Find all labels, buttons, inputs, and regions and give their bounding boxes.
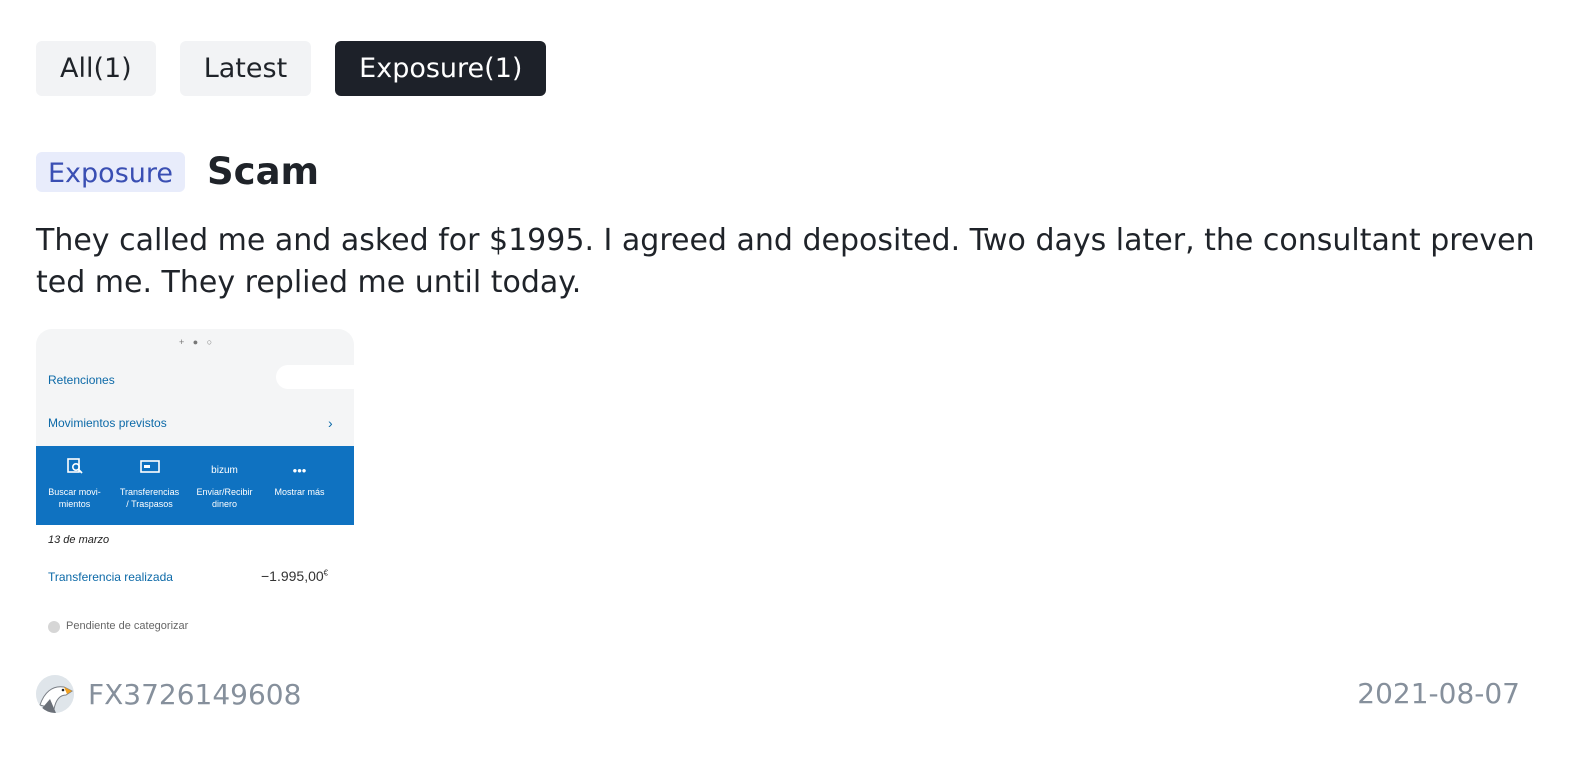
filter-tabs: All(1) Latest Exposure(1) — [36, 41, 547, 96]
transaction-amount: −1.995,00€ — [261, 568, 328, 584]
post-title[interactable]: Scam — [207, 150, 319, 193]
bank-action-bar: Buscar movi- mientos Transferencias / Tr… — [36, 446, 354, 525]
post-author[interactable]: FX3726149608 — [36, 675, 301, 713]
bizum-action: bizum Enviar/Recibir dinero — [186, 446, 261, 525]
eagle-avatar-icon — [36, 675, 74, 713]
avatar — [36, 675, 74, 713]
currency-symbol: € — [323, 568, 329, 578]
post-date: 2021-08-07 — [1357, 677, 1520, 710]
tab-latest[interactable]: Latest — [179, 41, 312, 96]
tab-exposure[interactable]: Exposure(1) — [335, 41, 547, 96]
category-badge: Exposure — [36, 151, 185, 192]
search-movements-label: Buscar movi- mientos — [48, 487, 101, 509]
tab-all[interactable]: All(1) — [36, 41, 156, 96]
page-indicator: + ● ○ — [179, 337, 216, 347]
post-header: Exposure Scam — [36, 150, 319, 193]
category-dot-icon — [48, 621, 60, 633]
post-description: They called me and asked for $1995. I ag… — [36, 223, 1535, 300]
bizum-label: Enviar/Recibir dinero — [196, 487, 253, 509]
chevron-right-icon: › — [328, 415, 333, 431]
pending-category-label: Pendiente de categorizar — [66, 620, 189, 632]
transfer-action: Transferencias / Traspasos — [111, 446, 186, 525]
transaction-date-header: 13 de marzo — [48, 534, 110, 546]
search-movements-action: Buscar movi- mientos — [36, 446, 111, 525]
search-movements-icon — [38, 456, 111, 486]
retenciones-link: Retenciones — [48, 373, 115, 387]
movimientos-previstos-link: Movimientos previstos — [48, 416, 167, 430]
author-username[interactable]: FX3726149608 — [88, 678, 301, 711]
transfer-icon — [113, 456, 186, 486]
transfer-label: Transferencias / Traspasos — [119, 487, 180, 509]
transaction-amount-value: −1.995,00 — [261, 568, 324, 584]
more-action: ••• Mostrar más — [261, 446, 336, 525]
bizum-icon: bizum — [211, 465, 238, 476]
more-label: Mostrar más — [274, 487, 325, 497]
attached-screenshot[interactable]: + ● ○ Retenciones Movimientos previstos … — [36, 329, 354, 644]
more-icon: ••• — [292, 463, 307, 478]
transaction-label: Transferencia realizada — [48, 570, 173, 584]
blurred-balance — [276, 365, 354, 389]
